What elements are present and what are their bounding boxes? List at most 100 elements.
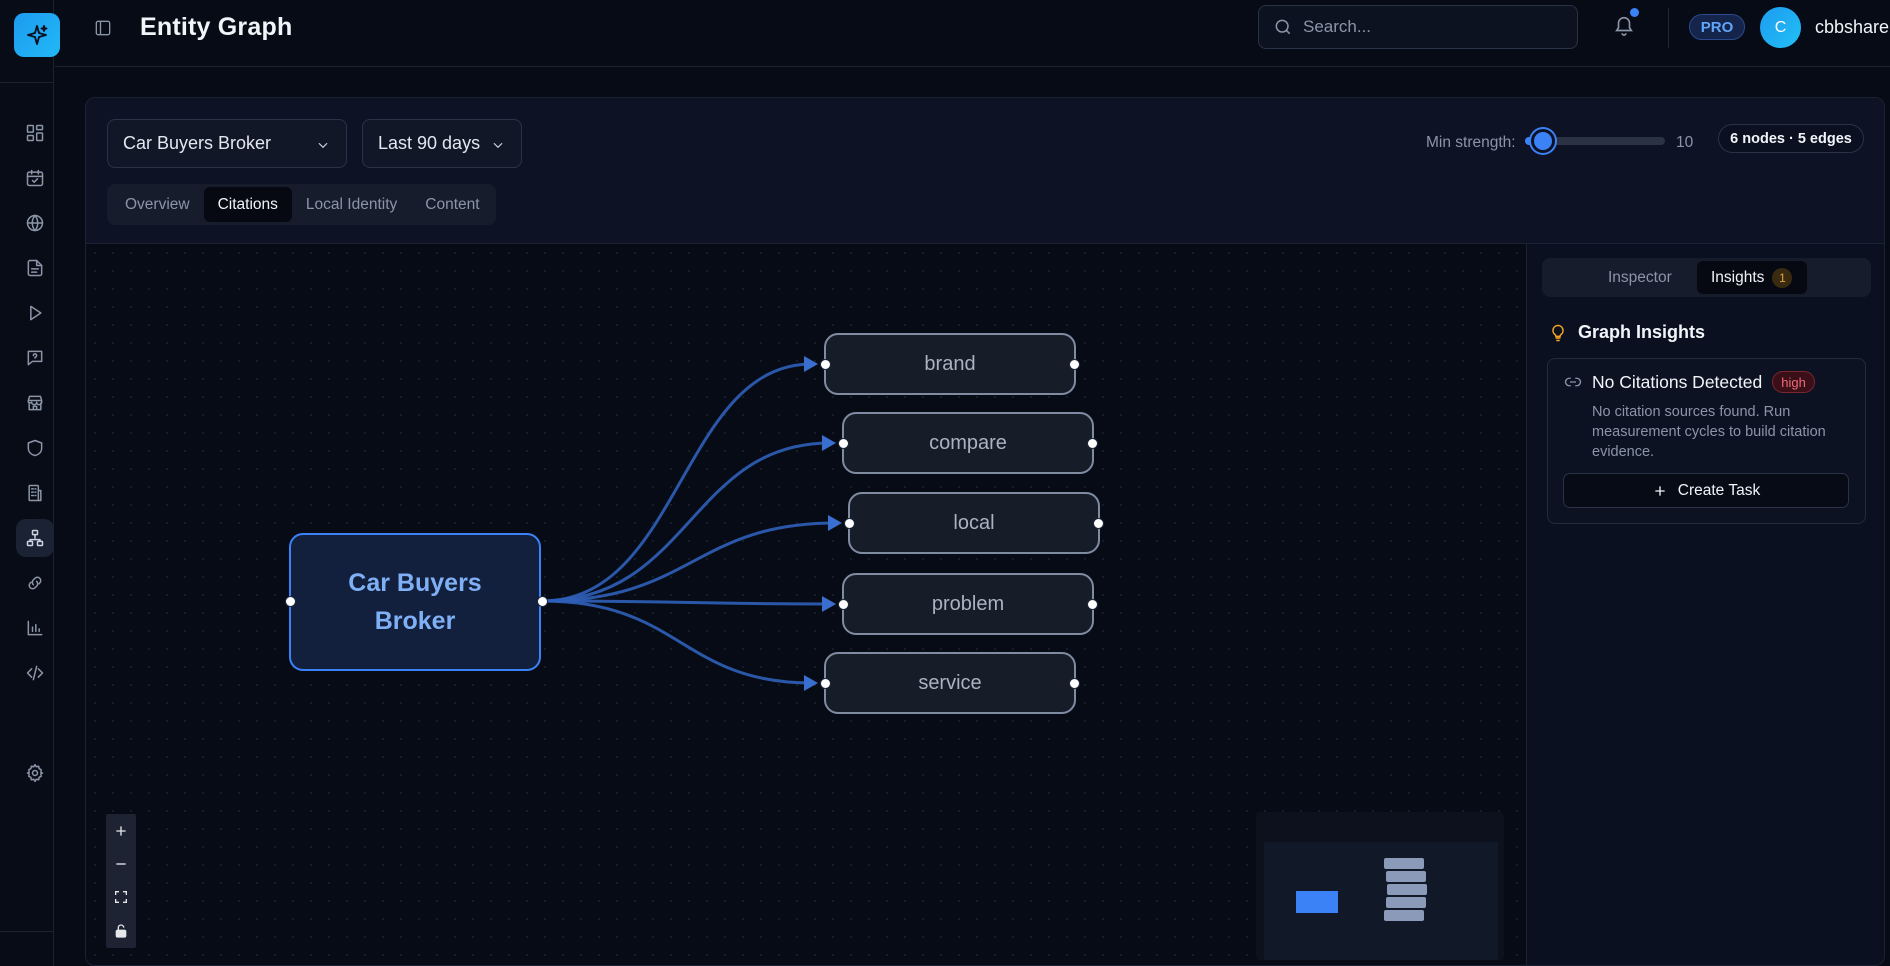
zoom-out-button[interactable] xyxy=(106,847,136,880)
minimap-nodes xyxy=(1296,858,1427,921)
minus-icon xyxy=(116,862,126,865)
link-icon xyxy=(1564,377,1582,387)
nav-store[interactable] xyxy=(16,384,54,422)
zoom-in-button[interactable] xyxy=(106,814,136,847)
header-divider xyxy=(1668,8,1669,48)
graph-edge[interactable] xyxy=(541,521,837,603)
plan-badge: PRO xyxy=(1689,14,1745,40)
create-task-label: Create Task xyxy=(1677,481,1761,499)
nav-security[interactable] xyxy=(16,429,54,467)
shield-icon xyxy=(27,439,43,457)
sidebar-toggle-button[interactable] xyxy=(92,17,114,39)
graph-node-label: compare xyxy=(929,431,1007,454)
nav-links[interactable] xyxy=(16,564,54,602)
insight-card: No Citations Detected high No citation s… xyxy=(1547,358,1866,524)
min-strength-slider[interactable] xyxy=(1525,129,1665,153)
left-nav-rail xyxy=(0,0,60,966)
rail-divider xyxy=(0,931,54,932)
nav-dashboard[interactable] xyxy=(16,114,54,152)
tab-citations[interactable]: Citations xyxy=(203,187,292,222)
username[interactable]: cbbshare xyxy=(1815,17,1889,38)
graph-edge[interactable] xyxy=(541,441,831,603)
node-handle[interactable] xyxy=(820,359,831,370)
zoom-controls xyxy=(106,814,136,948)
tab-insights[interactable]: Insights 1 xyxy=(1697,261,1807,294)
minimap-node xyxy=(1384,910,1424,921)
plus-icon xyxy=(1655,485,1665,496)
chevron-down-icon xyxy=(493,142,503,149)
min-strength-max: 10 xyxy=(1676,134,1694,151)
insights-panel: Inspector Insights 1 Graph Insights No C… xyxy=(1526,244,1884,965)
tab-inspector[interactable]: Inspector xyxy=(1608,261,1672,294)
graph-node-leaf[interactable]: compare xyxy=(842,412,1094,474)
globe-icon xyxy=(26,214,44,232)
slider-thumb[interactable] xyxy=(1531,129,1556,153)
node-handle[interactable] xyxy=(838,438,849,449)
tab-content[interactable]: Content xyxy=(411,187,493,222)
lock-button[interactable] xyxy=(106,914,136,947)
nav-entity-graph[interactable] xyxy=(16,519,54,557)
tab-overview[interactable]: Overview xyxy=(111,187,204,222)
search-box[interactable] xyxy=(1258,5,1578,49)
node-handle[interactable] xyxy=(844,518,855,529)
date-range-select[interactable]: Last 90 days xyxy=(362,119,522,168)
notification-dot xyxy=(1630,8,1639,17)
plus-icon xyxy=(116,825,126,836)
graph-edge[interactable] xyxy=(541,362,813,603)
graph-canvas[interactable]: Car Buyers Broker brand compare local pr… xyxy=(86,244,1526,965)
minimap-node xyxy=(1387,884,1427,895)
graph-node-leaf[interactable]: brand xyxy=(824,333,1076,395)
node-handle[interactable] xyxy=(1069,359,1080,370)
nav-code[interactable] xyxy=(16,654,54,692)
tab-insights-label: Insights xyxy=(1711,268,1765,286)
top-bar: Entity Graph PRO C cbbshare xyxy=(55,0,1890,67)
graph-node-leaf[interactable]: service xyxy=(824,652,1076,714)
node-handle[interactable] xyxy=(838,599,849,610)
graph-node-label: local xyxy=(953,511,995,534)
nav-chat[interactable] xyxy=(16,339,54,377)
graph-minimap[interactable] xyxy=(1256,812,1504,960)
node-handle[interactable] xyxy=(1087,438,1098,449)
node-handle[interactable] xyxy=(537,596,548,607)
nav-documents[interactable] xyxy=(16,249,54,287)
node-handle[interactable] xyxy=(820,678,831,689)
graph-node-leaf[interactable]: problem xyxy=(842,573,1094,635)
app-logo[interactable] xyxy=(14,13,60,57)
nav-runs[interactable] xyxy=(16,294,54,332)
minimap-node xyxy=(1384,858,1424,869)
nav-settings[interactable] xyxy=(16,754,54,792)
edge-arrowhead xyxy=(828,515,842,531)
nav-calendar[interactable] xyxy=(16,159,54,197)
bell-icon xyxy=(1615,16,1633,36)
create-task-button[interactable]: Create Task xyxy=(1563,473,1849,508)
nav-analytics[interactable] xyxy=(16,609,54,647)
link-icon xyxy=(28,576,42,590)
graph-count-badge: 6 nodes · 5 edges xyxy=(1718,124,1864,153)
sidebar-panel-icon xyxy=(95,20,111,36)
node-handle[interactable] xyxy=(285,596,296,607)
calendar-check-icon xyxy=(26,169,44,187)
entity-select[interactable]: Car Buyers Broker xyxy=(107,119,347,168)
nav-organizations[interactable] xyxy=(16,474,54,512)
graph-node-center[interactable]: Car Buyers Broker xyxy=(289,533,541,671)
node-handle[interactable] xyxy=(1069,678,1080,689)
search-icon xyxy=(1275,19,1291,35)
chevron-down-icon xyxy=(318,142,328,149)
node-handle[interactable] xyxy=(1093,518,1104,529)
avatar[interactable]: C xyxy=(1760,7,1801,48)
node-handle[interactable] xyxy=(1087,599,1098,610)
edge-arrowhead xyxy=(804,356,818,372)
insight-title: No Citations Detected xyxy=(1592,371,1763,392)
graph-edge[interactable] xyxy=(541,599,813,685)
notifications-button[interactable] xyxy=(1613,8,1639,40)
nav-globe[interactable] xyxy=(16,204,54,242)
tab-local-identity[interactable]: Local Identity xyxy=(292,187,411,222)
lightbulb-icon xyxy=(1552,324,1564,341)
fit-view-button[interactable] xyxy=(106,880,136,913)
minimap-node-center xyxy=(1296,891,1338,913)
entity-graph-icon xyxy=(26,529,44,547)
graph-node-label: brand xyxy=(924,352,976,375)
insight-description: No citation sources found. Run measureme… xyxy=(1592,404,1826,460)
graph-node-leaf[interactable]: local xyxy=(848,492,1100,554)
search-input[interactable] xyxy=(1303,17,1553,37)
